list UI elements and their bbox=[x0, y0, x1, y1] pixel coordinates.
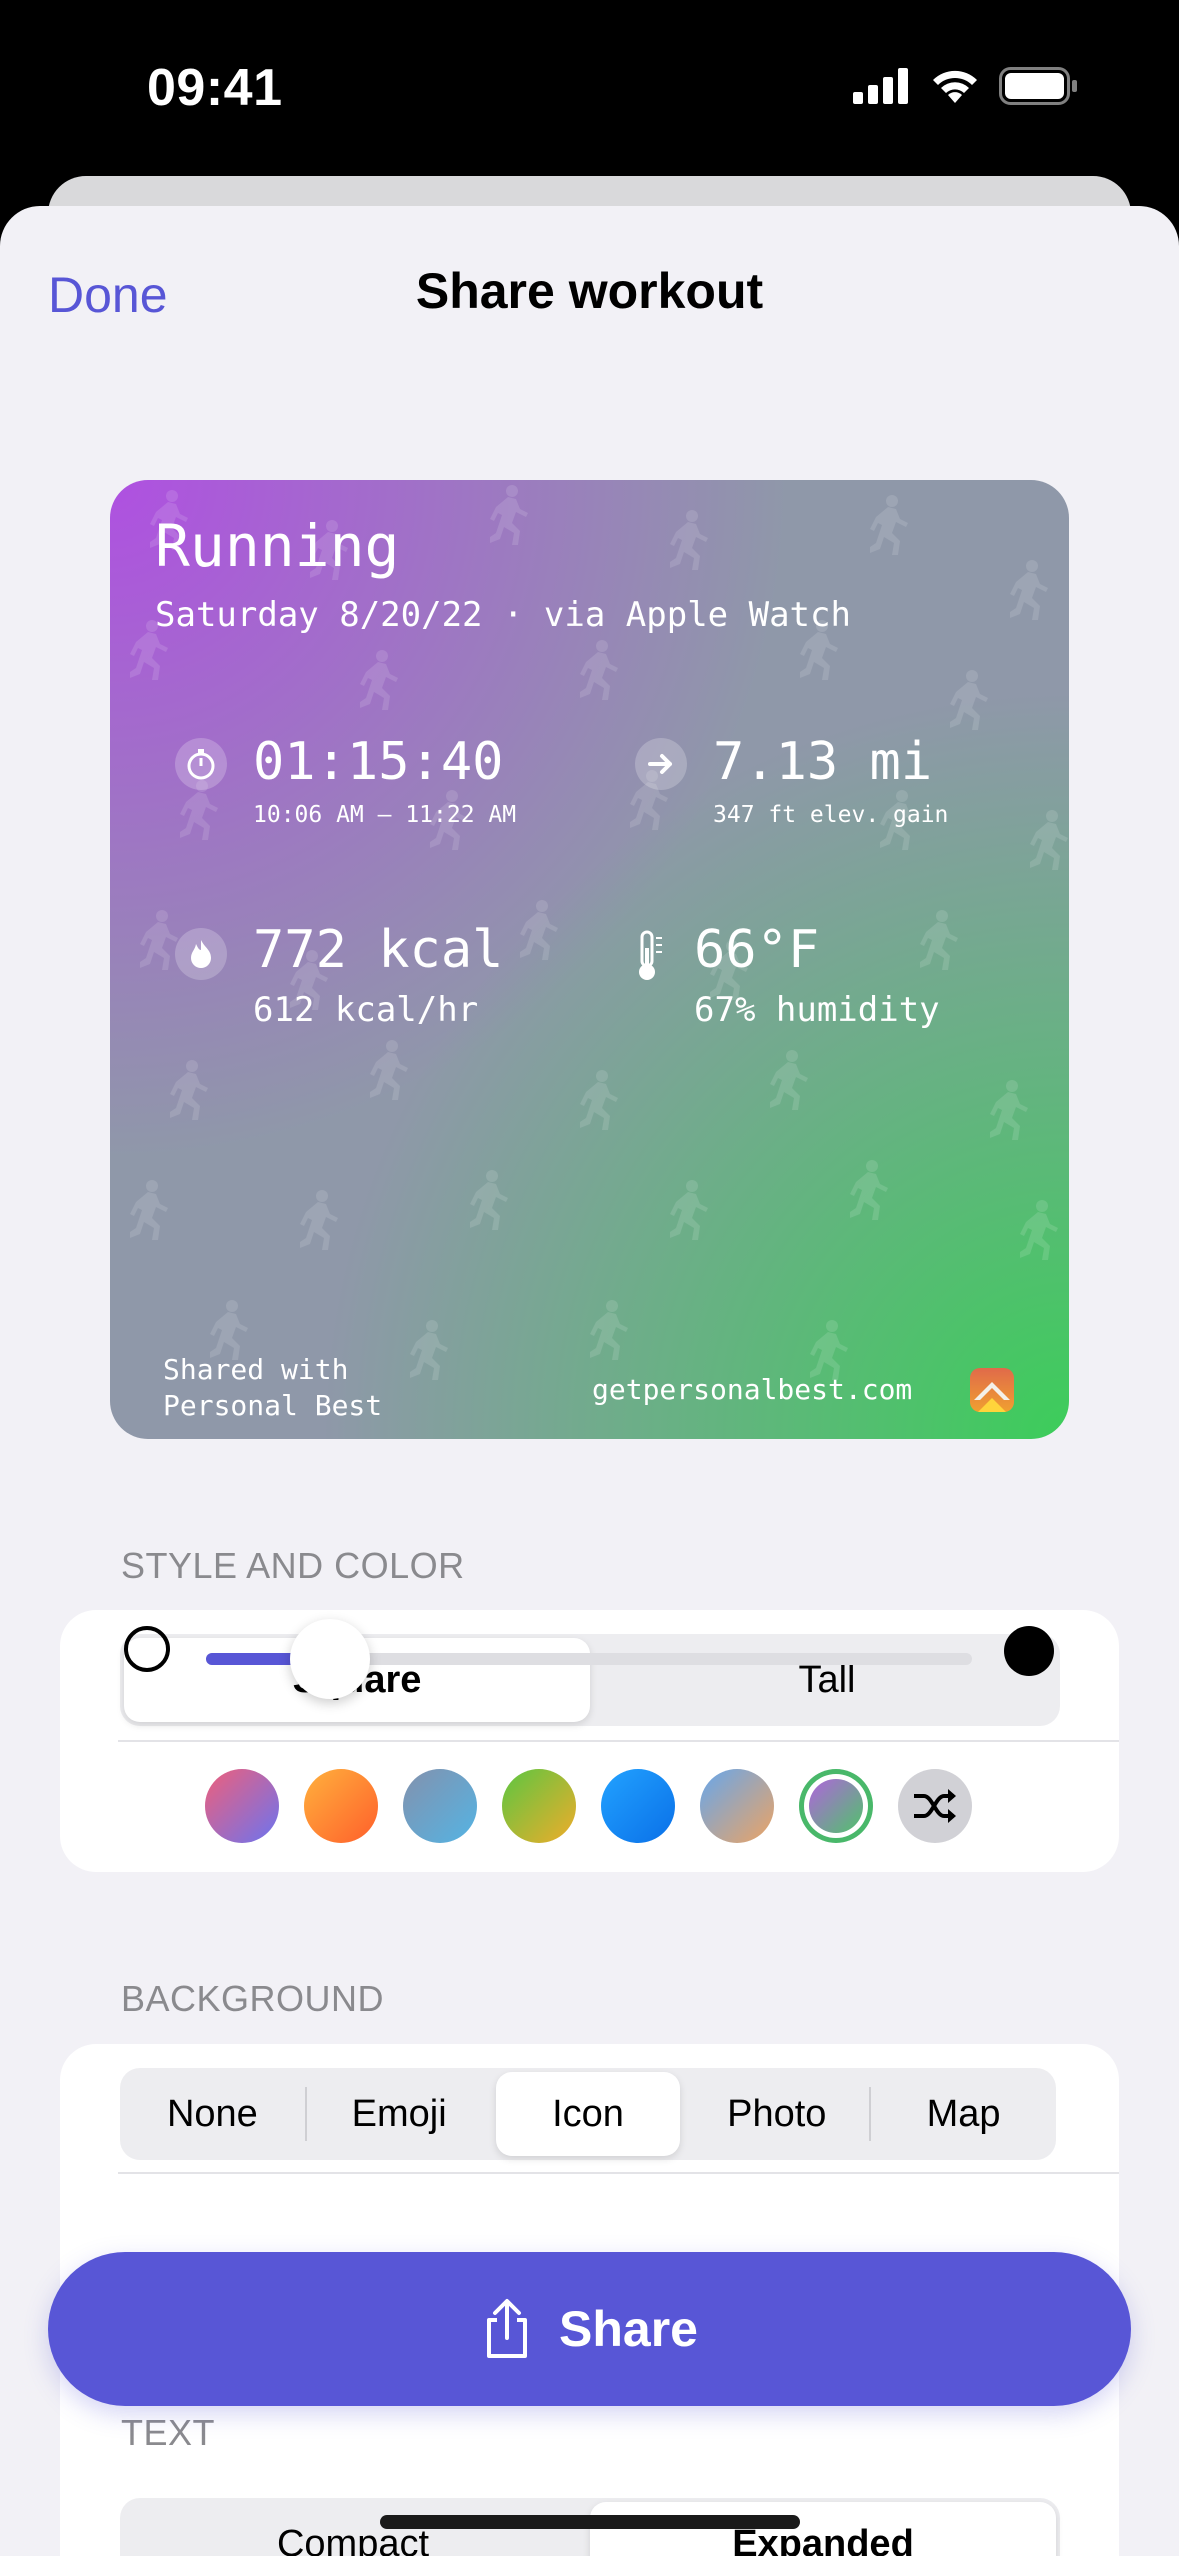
share-icon bbox=[487, 2299, 528, 2358]
background-section-header: BACKGROUND bbox=[121, 1978, 385, 2019]
arrow-right-icon bbox=[635, 738, 687, 790]
workout-date-source: Saturday 8/20/22 · via Apple Watch bbox=[155, 595, 851, 635]
color-swatch-blue[interactable] bbox=[601, 1769, 675, 1843]
text-section-header: TEXT bbox=[121, 2412, 216, 2453]
segment-photo[interactable]: Photo bbox=[684, 2072, 869, 2156]
color-swatch-green-yellow[interactable] bbox=[502, 1769, 576, 1843]
cellular-signal-icon bbox=[853, 68, 908, 104]
time-range: 10:06 AM – 11:22 AM bbox=[253, 802, 517, 828]
segment-compact[interactable]: Compact bbox=[120, 2502, 586, 2556]
style-divider bbox=[118, 1740, 1119, 1742]
opacity-max-icon bbox=[1004, 1626, 1054, 1676]
color-swatch-purple-green-selected[interactable] bbox=[799, 1769, 873, 1843]
app-logo-icon bbox=[970, 1368, 1014, 1412]
shuffle-icon bbox=[914, 1789, 956, 1823]
elevation-gain: 347 ft elev. gain bbox=[713, 802, 949, 828]
share-button[interactable]: Share bbox=[48, 2252, 1131, 2406]
style-section-header: STYLE AND COLOR bbox=[121, 1545, 465, 1586]
shuffle-button[interactable] bbox=[898, 1769, 972, 1843]
color-swatch-orange[interactable] bbox=[304, 1769, 378, 1843]
humidity-value: 67% humidity bbox=[694, 990, 940, 1030]
status-icons bbox=[853, 62, 1079, 110]
sheet-title: Share workout bbox=[415, 263, 764, 319]
stopwatch-icon bbox=[175, 738, 227, 790]
activity-title: Running bbox=[155, 512, 400, 580]
opacity-min-icon bbox=[124, 1626, 170, 1672]
segment-icon[interactable]: Icon bbox=[495, 2072, 681, 2156]
selected-swatch-fill bbox=[809, 1779, 863, 1833]
wifi-icon bbox=[933, 70, 977, 103]
background-segmented-control[interactable]: None Emoji Icon Photo Map bbox=[120, 2068, 1056, 2160]
segment-tall[interactable]: Tall bbox=[594, 1638, 1060, 1722]
calories-rate: 612 kcal/hr bbox=[253, 990, 479, 1030]
distance-value: 7.13 mi bbox=[713, 732, 933, 792]
battery-icon bbox=[999, 67, 1077, 105]
thermometer-icon bbox=[630, 928, 670, 984]
color-swatch-pink-blue[interactable] bbox=[205, 1769, 279, 1843]
workout-preview-card: Running Saturday 8/20/22 · via Apple Wat… bbox=[110, 480, 1069, 1439]
background-divider bbox=[118, 2172, 1119, 2174]
duration-value: 01:15:40 bbox=[253, 732, 504, 792]
home-indicator bbox=[380, 2515, 800, 2529]
website-label: getpersonalbest.com bbox=[592, 1373, 913, 1406]
status-time: 09:41 bbox=[147, 59, 283, 117]
color-swatch-slate-blue[interactable] bbox=[403, 1769, 477, 1843]
shape-segmented-control[interactable]: Square Tall bbox=[120, 1634, 1060, 1726]
pattern-opacity-slider[interactable] bbox=[206, 1619, 972, 1699]
segment-expanded[interactable]: Expanded bbox=[590, 2502, 1056, 2556]
flame-icon bbox=[175, 928, 227, 980]
color-swatch-blue-tan[interactable] bbox=[700, 1769, 774, 1843]
slider-thumb[interactable] bbox=[290, 1619, 370, 1699]
calories-value: 772 kcal bbox=[253, 920, 504, 980]
segment-none[interactable]: None bbox=[120, 2072, 305, 2156]
shared-with-label: Shared with Personal Best bbox=[163, 1353, 383, 1422]
share-button-label: Share bbox=[559, 2301, 698, 2357]
segment-map[interactable]: Map bbox=[871, 2072, 1056, 2156]
share-sheet: Done Share workout Running Saturday 8/20… bbox=[0, 206, 1179, 2556]
temperature-value: 66°F bbox=[694, 920, 820, 980]
segment-emoji[interactable]: Emoji bbox=[307, 2072, 492, 2156]
